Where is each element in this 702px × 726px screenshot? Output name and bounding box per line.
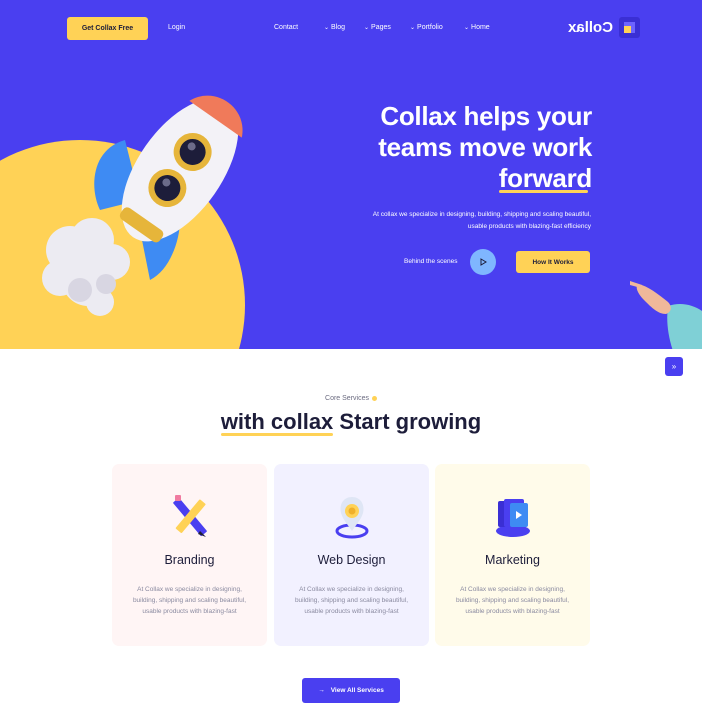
hero-title-line: teams move work xyxy=(378,132,592,162)
behind-the-scenes-label: Behind the scenes xyxy=(404,258,458,265)
card-text: At Collax we specialize in designing, bu… xyxy=(294,586,409,615)
menu-item-label: Pages xyxy=(371,24,391,31)
location-pin-icon xyxy=(335,497,369,539)
play-video-button[interactable] xyxy=(470,249,496,275)
card-text: At Collax we specialize in designing, bu… xyxy=(455,586,570,615)
chevron-down-icon: ⌄ xyxy=(410,25,416,31)
media-stack-icon xyxy=(496,499,530,537)
menu-item-label: Portfolio xyxy=(417,24,443,31)
menu-item-portfolio[interactable]: ⌄ Portfolio xyxy=(410,24,464,31)
section-title: with collax Start growing xyxy=(0,409,702,436)
pencil-ruler-icon xyxy=(173,495,207,537)
menu-item-home[interactable]: ⌄ Home xyxy=(464,24,490,31)
card-title: Branding xyxy=(164,553,215,567)
menu-item-contact[interactable]: Contact xyxy=(274,24,324,31)
view-all-label: View All Services xyxy=(330,687,384,694)
scroll-to-top-button[interactable]: » xyxy=(665,357,683,376)
logo-mark-icon xyxy=(619,17,641,38)
how-it-works-button[interactable]: How It Works xyxy=(516,251,590,273)
kicker-label: Core Services xyxy=(325,395,369,402)
play-icon xyxy=(480,258,487,266)
section-title-highlight: with collax xyxy=(220,409,334,436)
top-navigation: Get Collax Free Login Contact ⌄ Blog ⌄ P… xyxy=(0,0,702,58)
menu-item-label: Blog xyxy=(331,24,346,31)
card-text: At Collax we specialize in designing, bu… xyxy=(132,586,247,615)
get-collax-free-button[interactable]: Get Collax Free xyxy=(67,17,148,40)
menu-item-label: Home xyxy=(471,24,490,31)
main-menu: Contact ⌄ Blog ⌄ Pages ⌄ Portfolio ⌄ Hom… xyxy=(274,24,490,31)
menu-item-pages[interactable]: ⌄ Pages xyxy=(364,24,410,31)
chevron-down-icon: ⌄ xyxy=(464,25,470,31)
hero-description: At collax we specialize in designing, bu… xyxy=(372,211,591,230)
rocket-illustration xyxy=(42,95,243,316)
arrow-right-icon: → xyxy=(318,687,325,694)
brand-logo[interactable]: Collax xyxy=(568,17,641,38)
service-card-marketing[interactable]: Marketing At Collax we specialize in des… xyxy=(435,464,590,646)
smoke-cloud xyxy=(42,218,130,316)
hero-title-line: Collax helps your xyxy=(380,101,592,131)
menu-item-label: Contact xyxy=(274,24,299,31)
hero-title: Collax helps your teams move work forwar… xyxy=(360,101,592,194)
login-link[interactable]: Login xyxy=(168,24,185,31)
card-title: Web Design xyxy=(317,553,386,567)
section-title-rest: Start growing xyxy=(333,409,482,434)
menu-item-blog[interactable]: ⌄ Blog xyxy=(324,24,364,31)
chevron-down-icon: ⌄ xyxy=(324,25,330,31)
card-title: Marketing xyxy=(485,553,540,567)
view-all-services-button[interactable]: → View All Services xyxy=(302,678,400,703)
hero-title-highlight: forward xyxy=(498,163,592,193)
kicker-dot-icon xyxy=(371,395,377,401)
double-chevron-up-icon: » xyxy=(671,362,677,371)
chevron-down-icon: ⌄ xyxy=(364,25,370,31)
hero-section: Get Collax Free Login Contact ⌄ Blog ⌄ P… xyxy=(0,0,702,349)
logo-text: Collax xyxy=(568,19,614,36)
hand-illustration xyxy=(630,281,702,349)
service-card-branding[interactable]: Branding At Collax we specialize in desi… xyxy=(112,464,267,646)
section-kicker: Core Services xyxy=(0,395,702,402)
service-card-web-design[interactable]: Web Design At Collax we specialize in de… xyxy=(274,464,429,646)
